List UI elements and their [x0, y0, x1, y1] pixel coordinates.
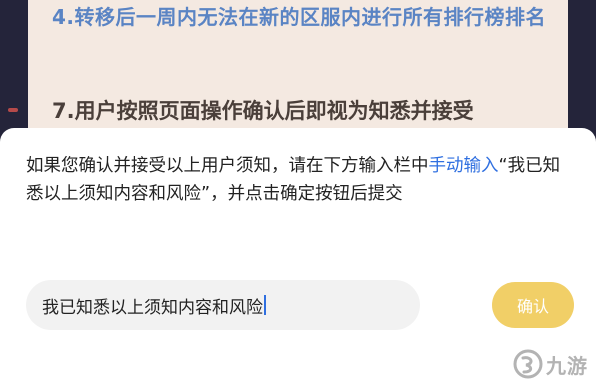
confirm-instruction: 如果您确认并接受以上用户须知，请在下方输入栏中手动输入“我已知悉以上须知内容和风… [26, 152, 574, 208]
notice-item-4: 4.转移后一周内无法在新的区服内进行所有排行榜排名 [52, 5, 547, 29]
watermark-text: 九游 [546, 353, 588, 378]
edge-indicator [8, 108, 18, 112]
confirm-button[interactable]: 确认 [492, 282, 574, 328]
text-caret [264, 295, 266, 315]
manual-input-link: 手动输入 [428, 156, 499, 176]
instruction-text: 如果您确认并接受以上用户须知，请在下方输入栏中 [26, 156, 429, 176]
notice-item-7: 7.用户按照页面操作确认后即视为知悉并接受 [52, 99, 474, 123]
confirm-sheet: 如果您确认并接受以上用户须知，请在下方输入栏中手动输入“我已知悉以上须知内容和风… [0, 128, 596, 384]
jiuyou-logo-icon [513, 349, 543, 379]
confirm-input-value: 我已知悉以上须知内容和风险 [42, 297, 263, 318]
confirm-text-input[interactable]: 我已知悉以上须知内容和风险 [26, 280, 420, 330]
watermark: 九游 [512, 348, 588, 380]
screen: 4.转移后一周内无法在新的区服内进行所有排行榜排名 7.用户按照页面操作确认后即… [0, 0, 596, 384]
